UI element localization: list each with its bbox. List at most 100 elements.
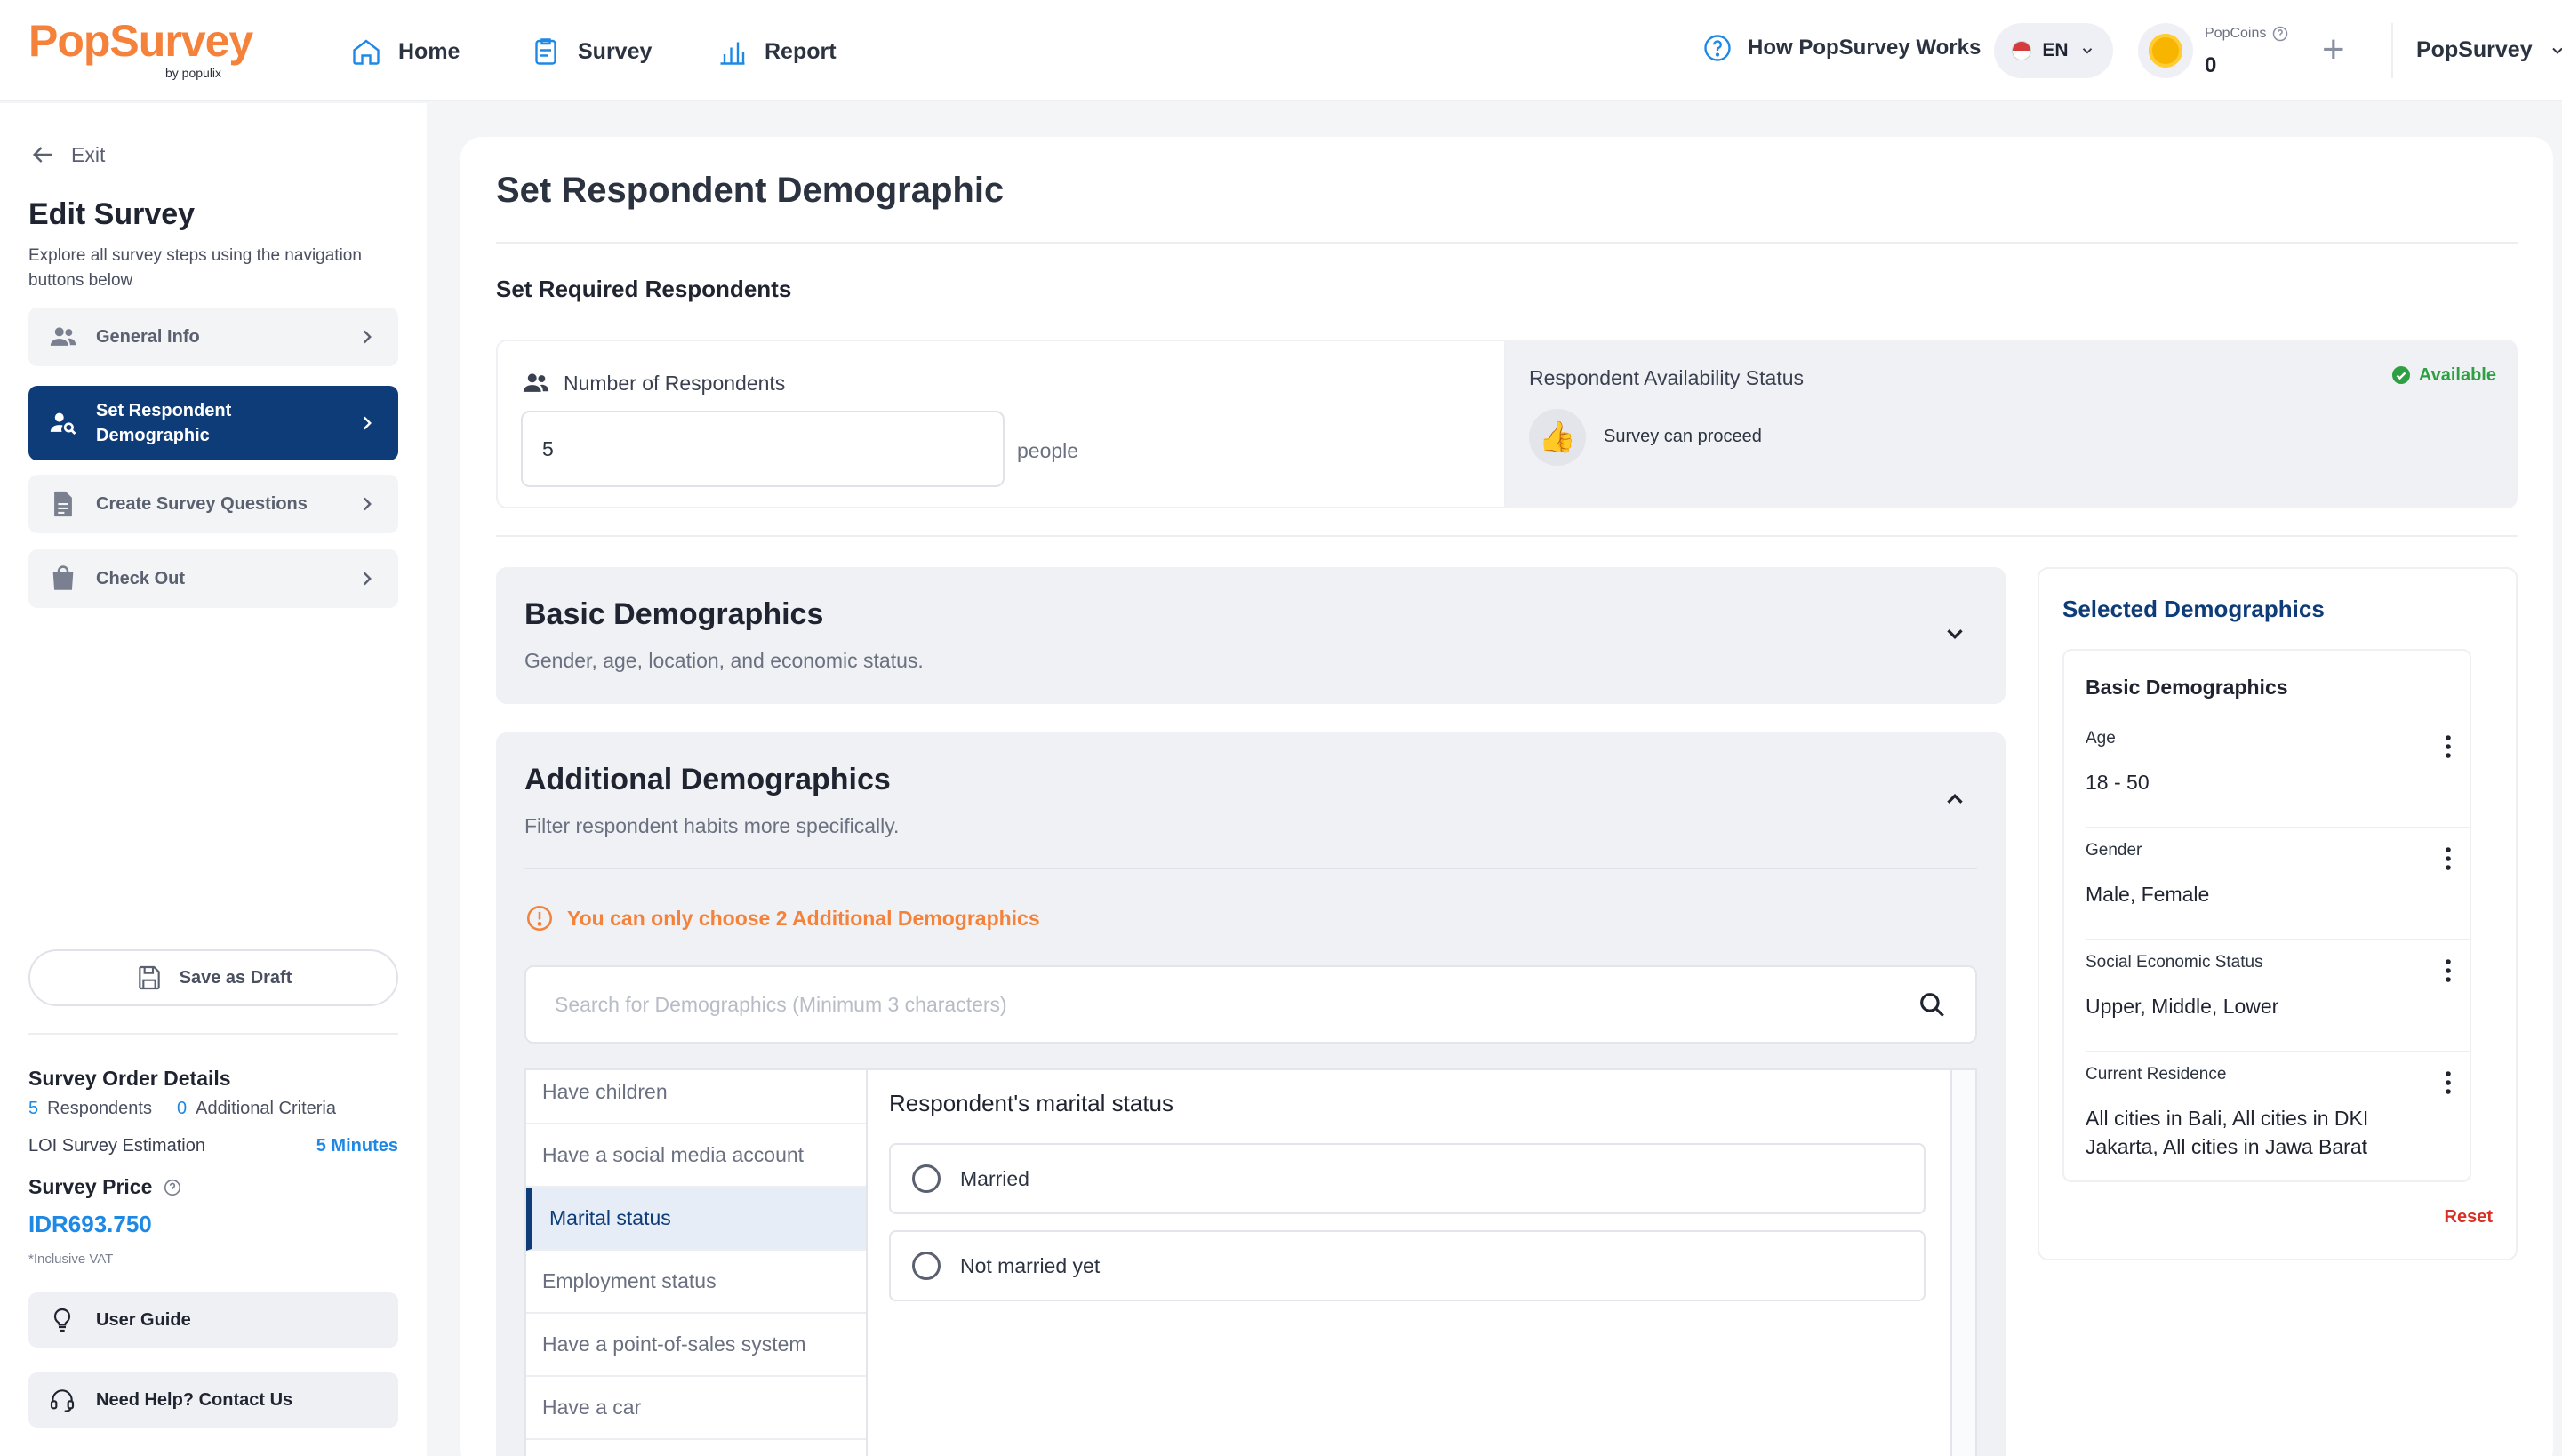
step-label: Set Respondent Demographic (96, 401, 232, 445)
item-value: 18 - 50 (2086, 771, 2150, 794)
respondents-label-text: Number of Respondents (564, 371, 786, 395)
status-text: Available (2418, 364, 2496, 385)
scrollbar[interactable] (1950, 1070, 1975, 1456)
exit-button[interactable]: Exit (28, 140, 105, 169)
step-check-out[interactable]: Check Out (28, 549, 398, 608)
demographics-options-list[interactable]: Have children Have a social media accoun… (526, 1070, 868, 1456)
demographics-search (524, 965, 1977, 1044)
popcoins-label-text: PopCoins (2205, 26, 2267, 41)
edit-survey-sidebar: Exit Edit Survey Explore all survey step… (0, 103, 427, 1456)
demographics-picker: Have children Have a social media accoun… (524, 1068, 1977, 1456)
selected-demographics-panel: Selected Demographics Basic Demographics… (2038, 567, 2518, 1260)
selected-item-age: Age 18 - 50 (2086, 729, 2470, 828)
answer-label: Not married yet (960, 1253, 1101, 1277)
item-label: Social Economic Status (2086, 953, 2263, 972)
search-icon[interactable] (1917, 989, 1947, 1020)
nav-report[interactable]: Report (717, 32, 837, 71)
demographics-search-input[interactable] (555, 992, 1917, 1017)
availability-label: Respondent Availability Status (1529, 366, 1804, 389)
logo-text: PopSurvey (28, 16, 253, 66)
page-title: Set Respondent Demographic (496, 171, 1005, 210)
step-general-info[interactable]: General Info (28, 308, 398, 366)
criteria-label: Additional Criteria (196, 1099, 336, 1118)
user-guide-button[interactable]: User Guide (28, 1292, 398, 1348)
item-value: Upper, Middle, Lower (2086, 995, 2279, 1018)
reset-button[interactable]: Reset (2445, 1207, 2493, 1228)
top-navigation-bar: PopSurvey by populix Home Survey Report … (0, 0, 2562, 101)
accordion-subtitle: Filter respondent habits more specifical… (524, 814, 900, 837)
nav-home-label: Home (398, 38, 460, 64)
popsurvey-logo[interactable]: PopSurvey by populix (28, 16, 253, 80)
list-item[interactable]: Have a point-of-sales system (526, 1314, 866, 1377)
add-popcoins-button[interactable]: + (2322, 30, 2345, 69)
accordion-subtitle: Gender, age, location, and economic stat… (524, 649, 924, 672)
list-item-active[interactable]: Marital status (526, 1188, 866, 1251)
divider (524, 868, 1977, 869)
shopping-bag-icon (48, 564, 78, 594)
respondents-count-box: Number of Respondents people (496, 340, 1506, 508)
radio-button[interactable] (912, 1164, 941, 1193)
save-as-draft-button[interactable]: Save as Draft (28, 949, 398, 1006)
chevron-right-icon (356, 492, 379, 516)
step-set-respondent-demographic[interactable]: Set Respondent Demographic (28, 386, 398, 460)
selection-limit-warning: You can only choose 2 Additional Demogra… (524, 903, 1040, 933)
criteria-count: 0 (177, 1099, 188, 1118)
chevron-down-icon (2079, 43, 2095, 59)
check-circle-icon (2390, 364, 2412, 386)
step-create-survey-questions[interactable]: Create Survey Questions (28, 475, 398, 533)
logo-subtext: by populix (165, 66, 222, 80)
answer-option-married[interactable]: Married (889, 1143, 1926, 1214)
popcoin-badge (2138, 23, 2193, 78)
required-respondents-title: Set Required Respondents (496, 276, 792, 302)
selected-demographics-title: Selected Demographics (2062, 596, 2325, 622)
respondents-count-input[interactable] (521, 411, 1005, 487)
account-menu[interactable]: PopSurvey (2416, 37, 2562, 63)
how-it-works-label: How PopSurvey Works (1748, 36, 1982, 60)
language-code: EN (2042, 40, 2069, 60)
vat-note: *Inclusive VAT (28, 1252, 114, 1267)
how-it-works-link[interactable]: How PopSurvey Works (1701, 32, 1981, 64)
status-badge: Available (2390, 364, 2496, 386)
radio-button[interactable] (912, 1252, 941, 1280)
nav-survey[interactable]: Survey (530, 32, 652, 71)
account-name: PopSurvey (2416, 37, 2533, 62)
info-icon[interactable] (2271, 25, 2289, 43)
group-title: Basic Demographics (2086, 676, 2288, 699)
user-guide-label: User Guide (96, 1309, 191, 1330)
bar-chart-icon (717, 36, 749, 68)
list-item[interactable]: Have a social media account (526, 1124, 866, 1188)
accordion-title: Additional Demographics (524, 763, 891, 796)
chevron-down-icon (2549, 42, 2562, 60)
list-item[interactable]: Have children (526, 1070, 866, 1124)
more-vertical-icon[interactable] (2438, 956, 2459, 985)
info-icon[interactable] (163, 1178, 182, 1197)
people-icon (521, 368, 551, 398)
loi-estimation: LOI Survey Estimation 5 Minutes (28, 1136, 398, 1156)
nav-survey-label: Survey (578, 38, 653, 64)
chevron-right-icon (356, 325, 379, 348)
popcoins-label: PopCoins (2205, 25, 2289, 43)
step-label: Check Out (96, 568, 186, 588)
language-selector[interactable]: EN (1994, 23, 2113, 78)
save-icon (135, 964, 164, 992)
main-content-panel: Set Respondent Demographic Set Required … (460, 137, 2553, 1456)
respondents-field-label: Number of Respondents (521, 368, 785, 398)
additional-demographics-accordion: Additional Demographics Filter responden… (496, 732, 2006, 1456)
loi-label: LOI Survey Estimation (28, 1136, 205, 1156)
list-item[interactable]: Have a car (526, 1377, 866, 1440)
answer-option-not-married[interactable]: Not married yet (889, 1230, 1926, 1301)
more-vertical-icon[interactable] (2438, 1068, 2459, 1097)
nav-home[interactable]: Home (350, 32, 460, 71)
more-vertical-icon[interactable] (2438, 732, 2459, 761)
list-item[interactable]: Employment status (526, 1251, 866, 1314)
basic-demographics-accordion[interactable]: Basic Demographics Gender, age, location… (496, 567, 2006, 704)
respondents-label: Respondents (47, 1099, 152, 1118)
selected-item-current-residence: Current Residence All cities in Bali, Al… (2086, 1065, 2470, 1163)
people-unit: people (1017, 439, 1079, 462)
survey-price-value: IDR693.750 (28, 1211, 152, 1237)
more-vertical-icon[interactable] (2438, 844, 2459, 873)
contact-us-button[interactable]: Need Help? Contact Us (28, 1372, 398, 1428)
chevron-right-icon (356, 567, 379, 590)
item-value: Male, Female (2086, 883, 2210, 906)
order-details-title: Survey Order Details (28, 1067, 231, 1090)
